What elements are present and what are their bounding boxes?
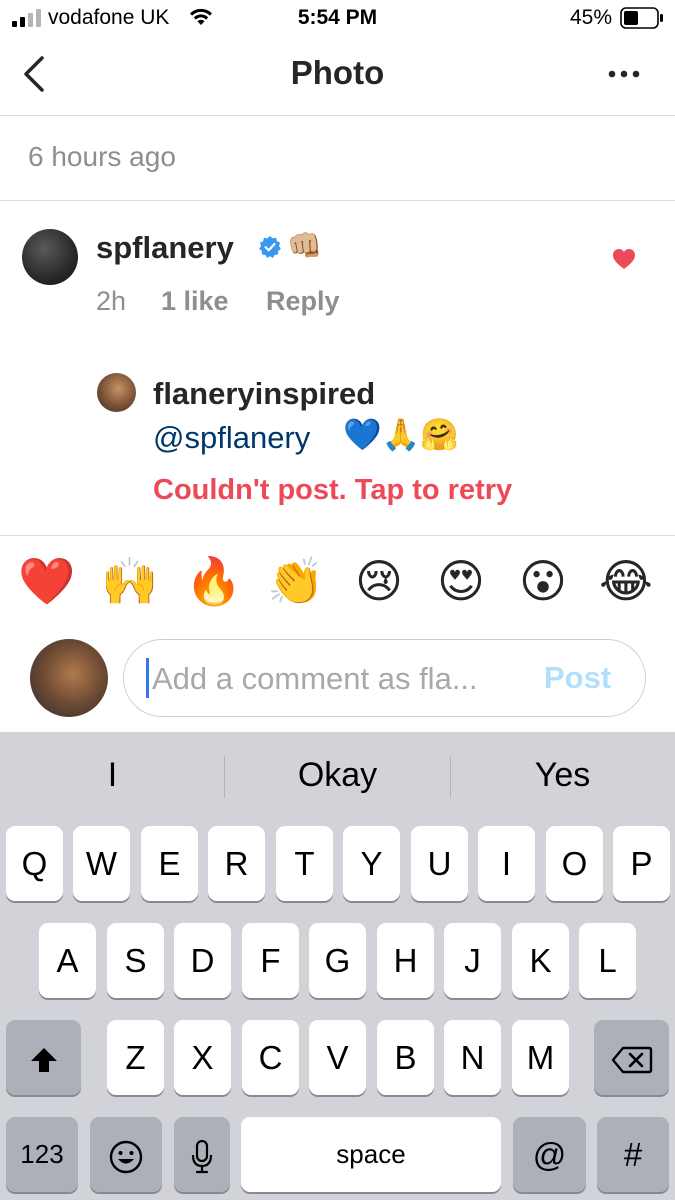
- key-g[interactable]: G: [309, 923, 366, 998]
- more-options-icon[interactable]: [606, 64, 642, 84]
- emoji-heart-button[interactable]: ❤️: [18, 551, 76, 611]
- key-x[interactable]: X: [174, 1020, 231, 1095]
- nav-header: Photo: [0, 38, 675, 116]
- mention-link[interactable]: @spflanery: [153, 420, 310, 456]
- key-j[interactable]: J: [444, 923, 501, 998]
- avatar[interactable]: [22, 229, 78, 285]
- key-y[interactable]: Y: [343, 826, 400, 901]
- comment-input[interactable]: [152, 658, 532, 700]
- post-button[interactable]: Post: [544, 660, 611, 696]
- battery-percent: 45%: [570, 6, 613, 29]
- key-b[interactable]: B: [377, 1020, 434, 1095]
- key-r[interactable]: R: [208, 826, 265, 901]
- key-v[interactable]: V: [309, 1020, 366, 1095]
- emoji-crying-button[interactable]: 😢: [350, 551, 408, 611]
- key-p[interactable]: P: [613, 826, 670, 901]
- comment-likes[interactable]: 1 like: [161, 286, 229, 317]
- emoji-raised-hands-button[interactable]: 🙌: [101, 551, 159, 611]
- space-key[interactable]: space: [241, 1117, 501, 1192]
- text-cursor: [146, 658, 149, 698]
- key-o[interactable]: O: [546, 826, 603, 901]
- key-n[interactable]: N: [444, 1020, 501, 1095]
- key-l[interactable]: L: [579, 923, 636, 998]
- key-a[interactable]: A: [39, 923, 96, 998]
- status-bar: vodafone UK 5:54 PM 45%: [0, 0, 675, 38]
- keyboard: I Okay Yes Q W E R T Y U I O P A S D F G…: [0, 732, 675, 1200]
- retry-post-link[interactable]: Couldn't post. Tap to retry: [153, 474, 512, 507]
- backspace-key[interactable]: [594, 1020, 669, 1095]
- shift-key[interactable]: [6, 1020, 81, 1095]
- key-w[interactable]: W: [73, 826, 130, 901]
- reply-emojis: 💙🙏🤗: [343, 417, 459, 452]
- key-q[interactable]: Q: [6, 826, 63, 901]
- divider: [0, 535, 675, 536]
- suggestion-1[interactable]: I: [0, 756, 225, 795]
- key-h[interactable]: H: [377, 923, 434, 998]
- shift-icon: [30, 1048, 57, 1073]
- emoji-reaction-bar: ❤️ 🙌 🔥 👏 😢 😍 😮 😂: [0, 551, 675, 617]
- key-t[interactable]: T: [276, 826, 333, 901]
- emoji-heart-eyes-button[interactable]: 😍: [432, 551, 490, 611]
- key-c[interactable]: C: [242, 1020, 299, 1095]
- key-i[interactable]: I: [478, 826, 535, 901]
- emoji-fire-button[interactable]: 🔥: [185, 551, 243, 611]
- key-e[interactable]: E: [141, 826, 198, 901]
- avatar[interactable]: [97, 373, 136, 412]
- reply-button[interactable]: Reply: [266, 286, 340, 317]
- dictation-key[interactable]: [174, 1117, 230, 1192]
- suggestion-bar: I Okay Yes: [0, 732, 675, 822]
- at-key[interactable]: @: [513, 1117, 586, 1192]
- emoji-face-icon: [109, 1141, 143, 1174]
- emoji-surprised-button[interactable]: 😮: [514, 551, 572, 611]
- battery-icon: [620, 7, 663, 29]
- key-u[interactable]: U: [411, 826, 468, 901]
- backspace-icon: [611, 1047, 652, 1074]
- emoji-clap-button[interactable]: 👏: [267, 551, 325, 611]
- heart-icon[interactable]: [612, 248, 636, 270]
- reply-username[interactable]: flaneryinspired: [153, 376, 375, 412]
- emoji-key[interactable]: [90, 1117, 162, 1192]
- key-f[interactable]: F: [242, 923, 299, 998]
- comment-username[interactable]: spflanery: [96, 230, 234, 266]
- key-z[interactable]: Z: [107, 1020, 164, 1095]
- suggestion-2[interactable]: Okay: [225, 756, 450, 795]
- verified-badge-icon: [259, 236, 281, 258]
- comment-emoji: 👊🏼: [287, 230, 322, 261]
- hash-key[interactable]: #: [597, 1117, 669, 1192]
- page-title: Photo: [290, 54, 385, 91]
- emoji-laughing-button[interactable]: 😂: [597, 551, 655, 611]
- comment-composer: Post: [123, 639, 646, 717]
- microphone-icon: [191, 1140, 213, 1174]
- key-s[interactable]: S: [107, 923, 164, 998]
- suggestion-3[interactable]: Yes: [450, 756, 675, 795]
- comment-time: 2h: [96, 286, 127, 316]
- post-timestamp: 6 hours ago: [28, 141, 176, 172]
- key-k[interactable]: K: [512, 923, 569, 998]
- key-m[interactable]: M: [512, 1020, 569, 1095]
- numbers-key[interactable]: 123: [6, 1117, 78, 1192]
- current-user-avatar: [30, 639, 108, 717]
- divider: [0, 200, 675, 201]
- key-d[interactable]: D: [174, 923, 231, 998]
